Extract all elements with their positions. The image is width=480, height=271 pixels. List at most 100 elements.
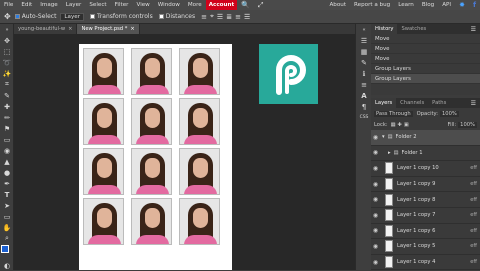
css-icon[interactable]: CSS — [356, 112, 372, 123]
visibility-eye-icon[interactable]: ◉ — [371, 212, 380, 219]
close-icon[interactable]: × — [68, 26, 72, 32]
marquee-tool-icon[interactable]: ⬚ — [0, 46, 14, 57]
layer-effects-label[interactable]: eff — [470, 165, 477, 171]
eraser-icon[interactable]: ▭ — [0, 134, 14, 145]
lock-all-icon[interactable]: ▣ — [404, 122, 409, 128]
menu-api[interactable]: API — [438, 2, 455, 8]
layer-row[interactable]: ◉ Layer 1 copy 7 eff — [371, 208, 480, 224]
chevron-down-icon[interactable]: ▾ — [382, 134, 385, 140]
lock-position-icon[interactable]: ✚ — [397, 122, 401, 128]
path-select-icon[interactable]: ➤ — [0, 200, 14, 211]
tab-paths[interactable]: Paths — [428, 98, 450, 108]
history-item[interactable]: Move — [371, 44, 480, 54]
clone-stamp-icon[interactable]: ⚑ — [0, 123, 14, 134]
layer-row[interactable]: ◉ Layer 1 copy 5 eff — [371, 239, 480, 255]
quick-mask-icon[interactable]: ◐ — [0, 260, 14, 271]
visibility-eye-icon[interactable]: ◉ — [371, 243, 380, 250]
visibility-eye-icon[interactable]: ◉ — [371, 259, 380, 266]
menu-window[interactable]: Window — [154, 2, 184, 8]
layer-row[interactable]: ◉ Layer 1 copy 6 eff — [371, 224, 480, 240]
search-icon[interactable]: 🔍 — [237, 1, 254, 9]
history-item[interactable]: Group Layers — [371, 74, 480, 84]
layer-effects-label[interactable]: eff — [470, 259, 477, 265]
transform-controls-checkbox[interactable] — [90, 14, 96, 19]
tab-young-beautiful[interactable]: young-beautiful-w × — [14, 24, 78, 34]
close-icon[interactable]: × — [130, 26, 134, 32]
account-button[interactable]: Account — [205, 0, 238, 10]
menu-file[interactable]: File — [0, 2, 17, 8]
auto-select-dropdown[interactable]: Layer — [60, 12, 85, 21]
visibility-eye-icon[interactable]: ◉ — [371, 227, 380, 234]
history-item[interactable]: Move — [371, 34, 480, 44]
align-icon[interactable]: ≡ — [201, 13, 207, 21]
character-icon[interactable]: A — [356, 90, 372, 101]
align-right-icon[interactable]: ≣ — [226, 13, 232, 21]
color-swatches[interactable] — [0, 244, 13, 260]
layer-row[interactable]: ◉ Layer 1 copy 10 eff — [371, 161, 480, 177]
visibility-eye-icon[interactable]: ◉ — [371, 149, 380, 156]
blend-mode-dropdown[interactable]: Pass Through — [374, 110, 413, 117]
menu-filter[interactable]: Filter — [111, 2, 133, 8]
properties-icon[interactable]: ≡ — [356, 79, 372, 90]
visibility-eye-icon[interactable]: ◉ — [371, 181, 380, 188]
twitter-icon[interactable]: ✸ — [455, 1, 469, 9]
menu-edit[interactable]: Edit — [17, 2, 36, 8]
panel-menu-icon[interactable]: ☰ — [471, 26, 476, 33]
menu-report-bug[interactable]: Report a bug — [350, 2, 394, 8]
expand-panels-icon[interactable]: « — [356, 24, 372, 35]
paragraph-icon[interactable]: ¶ — [356, 101, 372, 112]
lasso-tool-icon[interactable]: ➰ — [0, 57, 14, 68]
foreground-color-swatch[interactable] — [1, 245, 9, 253]
visibility-eye-icon[interactable]: ◉ — [371, 165, 380, 172]
lock-pixels-icon[interactable]: ▦ — [391, 122, 396, 128]
menu-image[interactable]: Image — [36, 2, 62, 8]
distances-checkbox[interactable] — [158, 14, 164, 19]
blur-tool-icon[interactable]: ▲ — [0, 156, 14, 167]
info-icon[interactable]: ℹ — [356, 68, 372, 79]
heal-tool-icon[interactable]: ✚ — [0, 101, 14, 112]
layer-effects-label[interactable]: eff — [470, 228, 477, 234]
layer-row[interactable]: ◉ Layer 1 copy 8 eff — [371, 192, 480, 208]
panel-menu-icon[interactable]: ☰ — [471, 100, 476, 107]
menu-view[interactable]: View — [132, 2, 153, 8]
menu-about[interactable]: About — [325, 2, 350, 8]
layer-row[interactable]: ◉ Layer 1 copy 9 eff — [371, 177, 480, 193]
menu-blog[interactable]: Blog — [418, 2, 438, 8]
align-middle-icon[interactable]: ≡ — [235, 13, 241, 21]
tab-channels[interactable]: Channels — [396, 98, 428, 108]
move-tool-icon[interactable]: ✥ — [0, 35, 14, 46]
bucket-icon[interactable]: ◉ — [0, 145, 14, 156]
layer-effects-label[interactable]: eff — [470, 181, 477, 187]
document-canvas[interactable] — [79, 44, 232, 270]
collapse-icon[interactable]: » — [0, 24, 14, 35]
brush-settings-icon[interactable]: ✎ — [356, 57, 372, 68]
menu-select[interactable]: Select — [85, 2, 110, 8]
distribute-icon[interactable]: ☰ — [217, 13, 223, 21]
visibility-eye-icon[interactable]: ◉ — [371, 196, 380, 203]
fullscreen-icon[interactable]: ⤢ — [254, 1, 268, 10]
history-item[interactable]: Group Layers — [371, 64, 480, 74]
visibility-eye-icon[interactable]: ◉ — [371, 134, 380, 141]
chevron-right-icon[interactable]: ▸ — [388, 150, 391, 156]
zoom-icon[interactable]: ⌖ — [210, 12, 214, 21]
type-tool-icon[interactable]: T — [0, 189, 14, 200]
hand-tool-icon[interactable]: ✋ — [0, 222, 14, 233]
tab-swatches[interactable]: Swatches — [397, 24, 430, 34]
layer-effects-label[interactable]: eff — [470, 197, 477, 203]
brush-tool-icon[interactable]: ✏ — [0, 112, 14, 123]
eyedropper-icon[interactable]: ✎ — [0, 90, 14, 101]
opacity-input[interactable]: 100% — [439, 110, 459, 117]
layer-row[interactable]: ◉ Layer 1 copy 4 eff — [371, 255, 480, 271]
menu-learn[interactable]: Learn — [394, 2, 418, 8]
menu-layer[interactable]: Layer — [62, 2, 86, 8]
tab-new-project[interactable]: New Project.psd * × — [77, 24, 140, 34]
swatches-icon[interactable]: ▦ — [356, 46, 372, 57]
layer-folder-row[interactable]: ◉ ▸ ▤ Folder 1 — [371, 146, 480, 162]
magic-wand-icon[interactable]: ✨ — [0, 68, 14, 79]
layer-effects-label[interactable]: eff — [470, 212, 477, 218]
dodge-tool-icon[interactable]: ● — [0, 167, 14, 178]
zoom-tool-icon[interactable]: ⌕ — [0, 233, 14, 244]
tab-layers[interactable]: Layers — [371, 98, 397, 108]
align-bottom-icon[interactable]: ☰ — [244, 13, 250, 21]
history-item[interactable]: Move — [371, 54, 480, 64]
